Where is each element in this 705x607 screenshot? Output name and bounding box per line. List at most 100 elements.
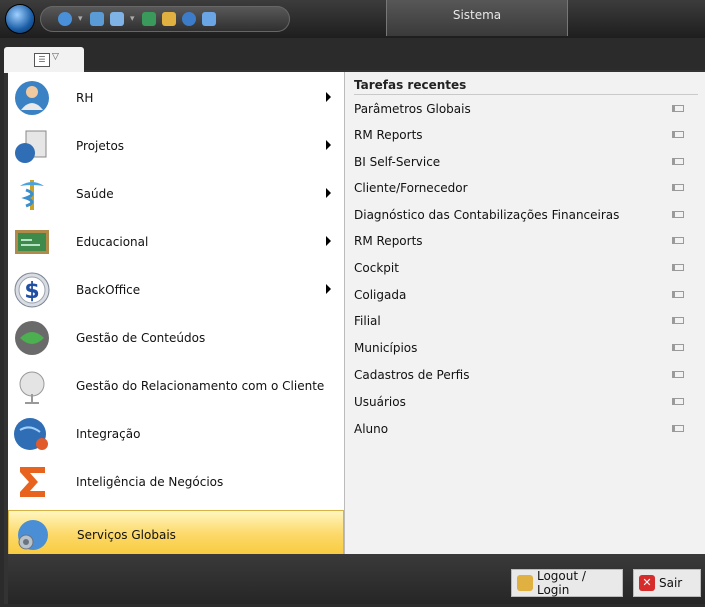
application-menu-button[interactable]: ☰ ▽	[4, 47, 84, 73]
recent-task-label: Cliente/Fornecedor	[354, 181, 468, 195]
chalkboard-icon	[15, 230, 49, 254]
close-icon: ✕	[639, 575, 655, 591]
caduceus-icon	[20, 180, 44, 210]
window-icon[interactable]	[90, 12, 104, 26]
keys-icon	[517, 575, 533, 591]
recent-task-item[interactable]: Usuários	[354, 389, 700, 415]
recent-task-item[interactable]: Filial	[354, 308, 700, 334]
form-icon[interactable]	[110, 12, 124, 26]
people-globe-icon	[15, 81, 49, 115]
menu-item-label: Educacional	[76, 235, 149, 249]
pin-icon[interactable]	[672, 131, 684, 138]
sigma-icon	[20, 467, 45, 497]
recent-task-item[interactable]: Municípios	[354, 335, 700, 361]
quick-access-toolbar: ▾ ▾	[40, 6, 290, 32]
dollar-sign-icon: $	[14, 272, 50, 308]
chevron-right-icon	[326, 92, 331, 102]
chevron-right-icon	[326, 284, 331, 294]
menu-item-projetos[interactable]: Projetos	[8, 122, 344, 170]
globe-icon[interactable]	[58, 12, 72, 26]
title-bar: ▾ ▾ Sistema	[0, 0, 705, 38]
application-menu: RH Projetos Saúde Educacional $ BackOffi…	[8, 72, 344, 558]
content-globe-icon	[15, 321, 49, 355]
menu-item-servicos-globais[interactable]: Serviços Globais	[8, 510, 344, 558]
pin-icon[interactable]	[672, 237, 684, 244]
chevron-right-icon	[326, 236, 331, 246]
svg-text:$: $	[24, 279, 39, 304]
recent-task-label: Parâmetros Globais	[354, 102, 471, 116]
pin-icon[interactable]	[672, 158, 684, 165]
recent-task-item[interactable]: RM Reports	[354, 122, 700, 148]
recent-task-label: BI Self-Service	[354, 155, 441, 169]
recent-task-label: Diagnóstico das Contabilizações Financei…	[354, 208, 620, 222]
recent-task-label: Municípios	[354, 341, 418, 355]
satellite-dish-icon	[19, 371, 45, 404]
edit-icon[interactable]	[162, 12, 176, 26]
projects-globe-icon	[15, 130, 47, 163]
recent-task-item[interactable]: Diagnóstico das Contabilizações Financei…	[354, 202, 700, 228]
pin-icon[interactable]	[672, 264, 684, 271]
global-services-icon	[18, 520, 48, 550]
recent-task-item[interactable]: RM Reports	[354, 228, 700, 254]
recent-task-label: Aluno	[354, 422, 389, 436]
pin-icon[interactable]	[672, 425, 684, 432]
pin-icon[interactable]	[672, 211, 684, 218]
recent-tasks-title: Tarefas recentes	[354, 78, 467, 92]
user-icon[interactable]	[182, 12, 196, 26]
divider	[354, 94, 698, 95]
menu-icon: ☰	[34, 53, 50, 67]
menu-item-inteligencia-negocios[interactable]: Inteligência de Negócios	[8, 458, 344, 506]
pin-icon[interactable]	[672, 371, 684, 378]
pin-icon[interactable]	[672, 291, 684, 298]
window-title: Sistema	[386, 0, 568, 36]
exit-label: Sair	[659, 576, 683, 590]
pin-icon[interactable]	[672, 317, 684, 324]
menu-item-gestao-conteudos[interactable]: Gestão de Conteúdos	[8, 314, 344, 362]
integration-globe-icon	[14, 418, 48, 450]
recent-task-item[interactable]: BI Self-Service	[354, 149, 700, 175]
recent-task-label: Cadastros de Perfis	[354, 368, 470, 382]
menu-item-label: Gestão de Conteúdos	[76, 331, 206, 345]
menu-item-label: Integração	[76, 427, 141, 441]
menu-item-backoffice[interactable]: $ BackOffice	[8, 266, 344, 314]
menu-item-gestao-relacionamento[interactable]: Gestão do Relacionamento com o Cliente	[8, 362, 344, 410]
exit-button[interactable]: ✕ Sair	[633, 569, 701, 597]
run-icon[interactable]	[142, 12, 156, 26]
recent-task-label: Coligada	[354, 288, 407, 302]
dropdown-caret-icon[interactable]: ▾	[130, 12, 136, 26]
recent-task-item[interactable]: Coligada	[354, 282, 700, 308]
menu-item-rh[interactable]: RH	[8, 74, 344, 122]
chevron-right-icon	[326, 140, 331, 150]
menu-item-label: Inteligência de Negócios	[76, 475, 224, 489]
copy-icon[interactable]	[202, 12, 216, 26]
recent-task-item[interactable]: Cliente/Fornecedor	[354, 175, 700, 201]
dropdown-caret-icon[interactable]: ▾	[78, 12, 84, 26]
menu-item-label: RH	[76, 91, 94, 105]
menu-item-label: Serviços Globais	[77, 528, 176, 542]
recent-task-label: Cockpit	[354, 261, 399, 275]
recent-task-label: Filial	[354, 314, 381, 328]
menu-item-label: Saúde	[76, 187, 114, 201]
menu-item-educacional[interactable]: Educacional	[8, 218, 344, 266]
recent-task-item[interactable]: Cadastros de Perfis	[354, 362, 700, 388]
pin-icon[interactable]	[672, 344, 684, 351]
chevron-down-icon: ▽	[52, 52, 59, 62]
app-menu-orb[interactable]	[6, 5, 34, 33]
pin-icon[interactable]	[672, 184, 684, 191]
menu-item-label: Gestão do Relacionamento com o Cliente	[76, 379, 325, 393]
pin-icon[interactable]	[672, 398, 684, 405]
pin-icon[interactable]	[672, 105, 684, 112]
recent-task-item[interactable]: Aluno	[354, 416, 700, 442]
chevron-right-icon	[326, 188, 331, 198]
recent-task-item[interactable]: Cockpit	[354, 255, 700, 281]
logout-login-button[interactable]: Logout / Login	[511, 569, 623, 597]
recent-task-label: RM Reports	[354, 128, 423, 142]
recent-task-label: RM Reports	[354, 234, 423, 248]
menu-item-label: Projetos	[76, 139, 125, 153]
menu-item-label: BackOffice	[76, 283, 141, 297]
menu-item-saude[interactable]: Saúde	[8, 170, 344, 218]
logout-login-label: Logout / Login	[536, 569, 586, 597]
recent-task-label: Usuários	[354, 395, 406, 409]
recent-task-item[interactable]: Parâmetros Globais	[354, 96, 700, 122]
menu-item-integracao[interactable]: Integração	[8, 410, 344, 458]
